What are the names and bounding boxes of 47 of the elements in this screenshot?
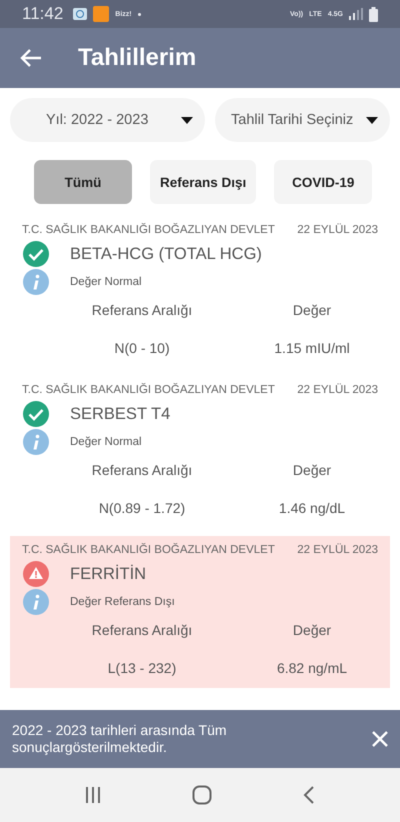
filter-tab[interactable]: Referans Dışı bbox=[150, 160, 256, 204]
column-label: Referans Aralığı bbox=[90, 302, 194, 318]
test-name: BETA-HCG (TOTAL HCG) bbox=[70, 244, 262, 264]
column-label: Değer bbox=[292, 302, 332, 318]
column-label: Referans Aralığı bbox=[90, 622, 194, 638]
column-label: Referans Aralığı bbox=[90, 462, 194, 478]
reference-range: L(13 - 232) bbox=[106, 660, 178, 676]
recent-apps-button[interactable] bbox=[85, 787, 102, 803]
caret-icon bbox=[181, 116, 193, 124]
snackbar-message: 2022 - 2023 tarihleri arasında Tüm sonuçlargösterilmektedir. bbox=[12, 722, 228, 756]
test-name: SERBEST T4 bbox=[70, 404, 170, 424]
result-note: Değer Normal bbox=[70, 276, 142, 288]
institution-name: T.C. SAĞLIK BAKANLIĞI BOĞAZLIYAN DEVLET bbox=[22, 224, 275, 236]
clock: 11:42 bbox=[22, 4, 64, 24]
institution-name: T.C. SAĞLIK BAKANLIĞI BOĞAZLIYAN DEVLET bbox=[22, 384, 275, 396]
result-date: 22 EYLÜL 2023 bbox=[297, 224, 378, 236]
dot-icon bbox=[138, 12, 141, 16]
dropdown[interactable]: Tahlil Tarihi Seçiniz bbox=[215, 98, 390, 142]
check-icon bbox=[22, 400, 50, 428]
result-value: 6.82 ng/mL bbox=[276, 660, 348, 676]
filter-tab[interactable]: Tümü bbox=[34, 160, 132, 204]
result-date: 22 EYLÜL 2023 bbox=[297, 384, 378, 396]
page-title: Tahlillerim bbox=[78, 44, 196, 72]
test-name: FERRİTİN bbox=[70, 564, 146, 584]
reference-range: N(0 - 10) bbox=[113, 340, 171, 356]
battery-icon bbox=[369, 6, 378, 22]
column-label: Değer bbox=[292, 462, 332, 478]
notification-icon bbox=[93, 6, 110, 22]
reference-range: N(0.89 - 1.72) bbox=[98, 500, 186, 516]
close-button[interactable] bbox=[372, 731, 388, 747]
result-date: 22 EYLÜL 2023 bbox=[297, 544, 378, 556]
signal-icon bbox=[349, 8, 363, 20]
result-note: Değer Referans Dışı bbox=[70, 596, 175, 608]
notification-icon bbox=[73, 8, 88, 20]
result-value: 1.46 ng/dL bbox=[278, 500, 346, 516]
warning-icon bbox=[22, 560, 50, 588]
column-label: Değer bbox=[292, 622, 332, 638]
home-button[interactable] bbox=[192, 785, 212, 805]
back-button[interactable] bbox=[20, 48, 42, 68]
result-value: 1.15 mIU/ml bbox=[273, 340, 351, 356]
result-note: Değer Normal bbox=[70, 436, 142, 448]
caret-icon bbox=[366, 116, 378, 124]
check-icon bbox=[22, 240, 50, 268]
institution-name: T.C. SAĞLIK BAKANLIĞI BOĞAZLIYAN DEVLET bbox=[22, 544, 275, 556]
dropdown[interactable]: Yıl: 2022 - 2023 bbox=[10, 98, 205, 142]
filter-tab[interactable]: COVID-19 bbox=[274, 160, 372, 204]
back-nav-button[interactable] bbox=[302, 786, 315, 804]
